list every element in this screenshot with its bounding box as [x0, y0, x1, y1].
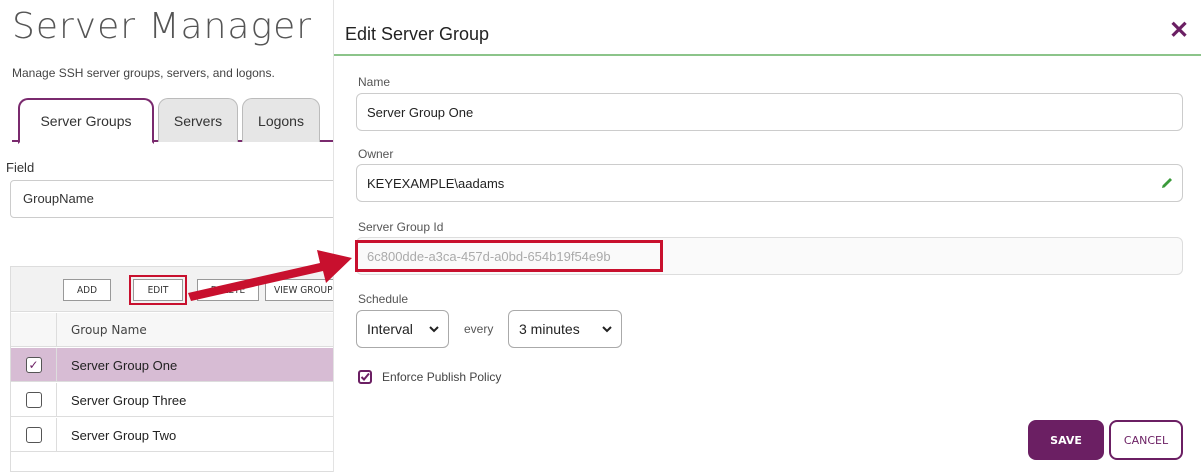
- tab-servers[interactable]: Servers: [158, 98, 238, 142]
- row-select-cell: [11, 383, 57, 417]
- every-label: every: [464, 322, 494, 336]
- schedule-label: Schedule: [358, 292, 409, 306]
- select-column-header: [11, 313, 57, 347]
- view-group-button[interactable]: VIEW GROUP: [265, 279, 333, 301]
- row-group-name: Server Group One: [71, 358, 178, 373]
- id-highlight-box: [355, 240, 663, 272]
- row-checkbox[interactable]: [25, 392, 42, 408]
- server-groups-grid: ADD EDIT DELETE VIEW GROUP Group Name ✓ …: [10, 266, 333, 472]
- add-button[interactable]: ADD: [63, 279, 111, 301]
- dialog-title: Edit Server Group: [345, 24, 490, 44]
- group-name-column-header[interactable]: Group Name: [71, 323, 147, 337]
- dialog-header: Edit Server Group ✕: [334, 0, 1201, 56]
- table-row[interactable]: Server Group Three: [11, 383, 333, 417]
- schedule-interval-select[interactable]: 3 minutes: [508, 310, 622, 348]
- name-label: Name: [358, 75, 391, 89]
- page-subtitle: Manage SSH server groups, servers, and l…: [12, 66, 275, 80]
- page-title: Server Manager: [12, 6, 313, 47]
- owner-value: KEYEXAMPLE\aadams: [367, 175, 505, 191]
- edit-server-group-dialog: Edit Server Group ✕ Name Server Group On…: [333, 0, 1201, 472]
- edit-button[interactable]: EDIT: [129, 275, 187, 305]
- tab-server-groups[interactable]: Server Groups: [18, 98, 154, 144]
- enforce-publish-policy-label: Enforce Publish Policy: [382, 370, 502, 384]
- schedule-type-value: Interval: [367, 321, 413, 337]
- chevron-down-icon: [429, 326, 439, 333]
- checkbox-checked-icon: [358, 370, 372, 384]
- schedule-interval-value: 3 minutes: [519, 321, 580, 337]
- row-checkbox[interactable]: ✓: [25, 357, 42, 373]
- enforce-publish-policy-checkbox[interactable]: Enforce Publish Policy: [358, 370, 501, 384]
- field-label: Field: [6, 160, 35, 175]
- tab-bar: Server Groups Servers Logons: [12, 98, 333, 144]
- row-select-cell: ✓: [11, 348, 57, 382]
- save-button[interactable]: SAVE: [1028, 420, 1104, 460]
- grid-toolbar: ADD EDIT DELETE VIEW GROUP: [11, 267, 333, 312]
- grid-header: Group Name: [11, 313, 333, 347]
- owner-label: Owner: [358, 147, 394, 161]
- field-select[interactable]: GroupName: [10, 180, 333, 218]
- row-group-name: Server Group Three: [71, 393, 187, 408]
- owner-field[interactable]: KEYEXAMPLE\aadams: [356, 164, 1183, 202]
- cancel-button[interactable]: CANCEL: [1109, 420, 1183, 460]
- name-field[interactable]: Server Group One: [356, 93, 1183, 131]
- pencil-icon[interactable]: [1160, 176, 1174, 190]
- schedule-type-select[interactable]: Interval: [356, 310, 449, 348]
- close-icon[interactable]: ✕: [1168, 19, 1190, 43]
- server-group-id-field: 6c800dde-a3ca-457d-a0bd-654b19f54e9b: [355, 237, 1183, 275]
- row-group-name: Server Group Two: [71, 428, 177, 443]
- chevron-down-icon: [602, 326, 612, 333]
- table-row[interactable]: ✓ Server Group One: [11, 348, 333, 382]
- table-row[interactable]: Server Group Two: [11, 418, 333, 452]
- tab-logons[interactable]: Logons: [242, 98, 320, 142]
- delete-button[interactable]: DELETE: [197, 279, 259, 301]
- row-checkbox[interactable]: [25, 427, 42, 443]
- server-group-id-label: Server Group Id: [358, 220, 444, 234]
- row-select-cell: [11, 418, 57, 452]
- server-manager-panel: Server Manager Manage SSH server groups,…: [0, 0, 333, 472]
